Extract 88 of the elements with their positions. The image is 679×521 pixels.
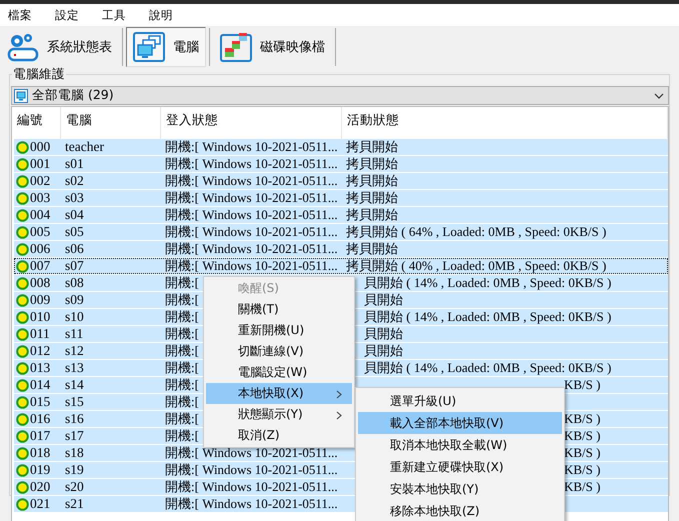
table-cell: 002 (30, 173, 50, 189)
table-cell: s07 (65, 258, 84, 274)
table-cell: 拷貝開始 (346, 190, 398, 206)
table-cell: 貝開始 ( 14% , Loaded: 0MB , Speed: 0KB/S ) (364, 275, 612, 291)
table-cell: 開機:[ Windows 10-2021-0511... (165, 479, 338, 495)
table-cell: s06 (65, 241, 84, 257)
table-cell: s03 (65, 190, 84, 206)
table-cell: 007 (30, 258, 50, 274)
table-cell: 貝開始 ( 14% , Loaded: 0MB , Speed: 0KB/S ) (364, 360, 612, 376)
table-cell: 開機:[ Windows 10-2021-0511... (165, 445, 338, 461)
table-cell: 開機:[ (165, 309, 199, 325)
table-cell: 拷貝開始 (346, 207, 398, 223)
table-cell: 拷貝開始 (346, 173, 398, 189)
table-cell: 005 (30, 224, 50, 240)
table-cell: s18 (65, 445, 84, 461)
table-cell: 開機:[ Windows 10-2021-0511... (165, 462, 338, 478)
table-cell: KB/S ) (564, 462, 600, 478)
table-cell: 拷貝開始 (346, 156, 398, 172)
table-cell: 006 (30, 241, 50, 257)
table-cell: KB/S ) (564, 377, 600, 393)
table-cell: s11 (65, 326, 84, 342)
table-cell: KB/S ) (564, 428, 600, 444)
table-cell: s10 (65, 309, 84, 325)
table-cell: 000 (30, 139, 50, 155)
table-cell: 開機:[ (165, 292, 199, 308)
table-cell: 009 (30, 292, 50, 308)
table-cell: 開機:[ Windows 10-2021-0511... (165, 173, 338, 189)
table-cell: 開機:[ (165, 428, 199, 444)
table-cell: s19 (65, 462, 84, 478)
table-cell: 貝開始 (364, 343, 403, 359)
table-cell: s09 (65, 292, 84, 308)
table-cell: 開機:[ (165, 394, 199, 410)
table-cell: 010 (30, 309, 50, 325)
table-cell: 003 (30, 190, 50, 206)
dropdown-value: 全部電腦 (29) (32, 87, 114, 104)
table-cell: 開機:[ Windows 10-2021-0511... (165, 139, 338, 155)
table-cell: 012 (30, 343, 50, 359)
table-cell: 拷貝開始 (346, 241, 398, 257)
table-cell: 001 (30, 156, 50, 172)
table-cell: 014 (30, 377, 50, 393)
table-cell: KB/S ) (564, 445, 600, 461)
table-cell: 拷貝開始 ( 64% , Loaded: 0MB , Speed: 0KB/S ) (346, 224, 606, 240)
table-cell: 拷貝開始 (346, 139, 398, 155)
table-cell: 開機:[ (165, 326, 199, 342)
table-cell: s12 (65, 343, 84, 359)
table-cell: 開機:[ Windows 10-2021-0511... (165, 258, 338, 274)
table-cell: s15 (65, 394, 84, 410)
table-cell: 開機:[ Windows 10-2021-0511... (165, 190, 338, 206)
table-cell: 008 (30, 275, 50, 291)
table-cell: KB/S ) (564, 411, 600, 427)
table-cell: 017 (30, 428, 50, 444)
table-cell: s13 (65, 360, 84, 376)
table-cell: 開機:[ (165, 343, 199, 359)
table-cell: 013 (30, 360, 50, 376)
table-cell: s17 (65, 428, 84, 444)
table-cell: 貝開始 (364, 292, 403, 308)
table-cell: 021 (30, 496, 50, 512)
table-cell: 020 (30, 479, 50, 495)
table-cell: 開機:[ Windows 10-2021-0511... (165, 496, 338, 512)
table-cell: 拷貝開始 ( 40% , Loaded: 0MB , Speed: 0KB/S ) (346, 258, 606, 274)
group-title: 電腦維護 (12, 66, 66, 83)
table-cell: 開機:[ (165, 360, 199, 376)
table-cell: 015 (30, 394, 50, 410)
table-cell: s16 (65, 411, 84, 427)
table-cell: 開機:[ Windows 10-2021-0511... (165, 156, 338, 172)
table-cell: 貝開始 (364, 326, 403, 342)
table-cell: s01 (65, 156, 84, 172)
table-cell: teacher (65, 139, 104, 155)
table-cell: s20 (65, 479, 84, 495)
table-cell: 011 (30, 326, 50, 342)
table-cell: s14 (65, 377, 84, 393)
table-cell: 開機:[ (165, 377, 199, 393)
table-cell: 開機:[ Windows 10-2021-0511... (165, 241, 338, 257)
table-cell: s05 (65, 224, 84, 240)
table-cell: 018 (30, 445, 50, 461)
table-cell: s21 (65, 496, 84, 512)
table-cell: 開機:[ (165, 411, 199, 427)
table-cell: 開機:[ Windows 10-2021-0511... (165, 207, 338, 223)
table-cell: 貝開始 ( 14% , Loaded: 0MB , Speed: 0KB/S ) (364, 309, 612, 325)
table-cell: 019 (30, 462, 50, 478)
table-cell: 開機:[ Windows 10-2021-0511... (165, 224, 338, 240)
table-cell: KB/S ) (564, 479, 600, 495)
table-cell: 016 (30, 411, 50, 427)
table-cell: 004 (30, 207, 50, 223)
table-cell: s08 (65, 275, 84, 291)
table-cell: s04 (65, 207, 84, 223)
table-cell: s02 (65, 173, 84, 189)
table-cell: 開機:[ (165, 275, 199, 291)
